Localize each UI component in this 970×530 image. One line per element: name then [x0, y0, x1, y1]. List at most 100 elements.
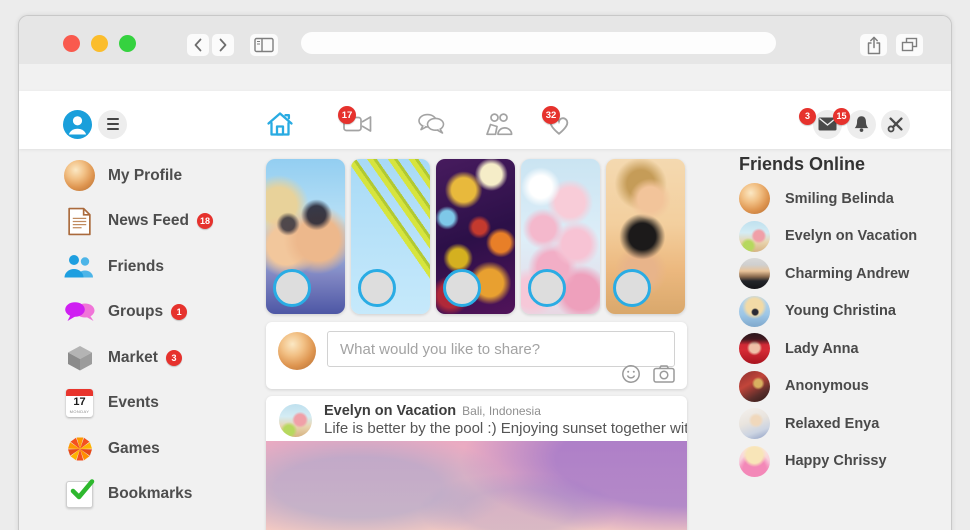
- profile-avatar-button[interactable]: [63, 110, 92, 139]
- story-card-beach-workout[interactable]: [606, 159, 685, 314]
- back-button[interactable]: [187, 34, 209, 56]
- story-card-palm-leaf[interactable]: [351, 159, 430, 314]
- share-input[interactable]: [327, 331, 675, 367]
- news-document-icon: [67, 207, 92, 236]
- tabs-overview-button[interactable]: [896, 34, 923, 56]
- close-window-button[interactable]: [63, 35, 80, 52]
- friend-avatar: [739, 446, 770, 477]
- friend-avatar: [739, 183, 770, 214]
- share-upload-icon: [866, 36, 882, 55]
- friend-row[interactable]: Relaxed Enya: [739, 408, 917, 439]
- composer-avatar: [278, 332, 316, 370]
- sidebar-item-bookmarks[interactable]: Bookmarks: [63, 479, 213, 510]
- tabs-icon: [901, 37, 918, 53]
- emoji-button[interactable]: [621, 364, 641, 384]
- groups-badge: 1: [171, 304, 187, 320]
- sidebar-item-label: Market: [108, 349, 158, 367]
- nav-home[interactable]: [266, 111, 294, 137]
- settings-button[interactable]: [881, 110, 910, 139]
- friend-row[interactable]: Happy Chrissy: [739, 446, 917, 477]
- sidebar-item-market[interactable]: Market 3: [63, 342, 213, 373]
- minimize-window-button[interactable]: [91, 35, 108, 52]
- sidebar-item-my-profile[interactable]: My Profile: [63, 160, 213, 191]
- browser-toolbar: [19, 16, 951, 64]
- home-icon: [266, 111, 294, 137]
- friend-avatar: [739, 296, 770, 327]
- friend-avatar: [739, 258, 770, 289]
- market-cube-icon: [66, 344, 94, 372]
- friend-name: Smiling Belinda: [785, 191, 894, 207]
- chat-bubbles-icon: [416, 112, 446, 136]
- nav-people[interactable]: [485, 112, 513, 136]
- sidebar-item-groups[interactable]: Groups 1: [63, 297, 213, 328]
- story-card-couple-selfie[interactable]: [266, 159, 345, 314]
- friends-people-icon: [64, 254, 96, 279]
- friend-avatar: [739, 221, 770, 252]
- profile-photo-icon: [64, 160, 95, 191]
- story-avatar: [273, 269, 311, 307]
- post-text: Life is better by the pool :) Enjoying s…: [324, 420, 687, 437]
- story-card-bokeh-lights[interactable]: [436, 159, 515, 314]
- nav-likes[interactable]: 32: [546, 112, 572, 136]
- friends-online-list: Smiling Belinda Evelyn on Vacation Charm…: [739, 183, 917, 477]
- story-avatar: [358, 269, 396, 307]
- share-button[interactable]: [860, 34, 887, 56]
- sidebar-item-games[interactable]: Games: [63, 433, 213, 464]
- hamburger-icon: [107, 118, 119, 130]
- games-pinwheel-icon: [66, 435, 94, 463]
- smiley-icon: [621, 364, 641, 384]
- sidebar-toggle-button[interactable]: [250, 34, 278, 56]
- post-author-name[interactable]: Evelyn on Vacation: [324, 403, 456, 419]
- friend-row[interactable]: Lady Anna: [739, 333, 917, 364]
- friend-name: Anonymous: [785, 378, 869, 394]
- friend-name: Relaxed Enya: [785, 416, 879, 432]
- sidebar-item-label: Games: [108, 440, 160, 458]
- post-author-avatar[interactable]: [279, 404, 312, 437]
- sidebar-item-label: Groups: [108, 303, 163, 321]
- main-menu-button[interactable]: [98, 110, 127, 139]
- friend-row[interactable]: Charming Andrew: [739, 258, 917, 289]
- group-chat-bubbles-icon: [64, 301, 96, 324]
- nav-chat[interactable]: [416, 112, 446, 136]
- sidebar-panel-icon: [254, 37, 274, 53]
- browser-window: 17: [18, 15, 952, 530]
- sidebar-item-friends[interactable]: Friends: [63, 251, 213, 282]
- friend-row[interactable]: Young Christina: [739, 296, 917, 327]
- social-app-page: 17: [19, 64, 951, 530]
- zoom-window-button[interactable]: [119, 35, 136, 52]
- stories-row: [266, 159, 687, 314]
- sidebar-item-label: News Feed: [108, 212, 189, 230]
- story-avatar: [613, 269, 651, 307]
- screenshot-stage: 17: [0, 0, 970, 530]
- friend-avatar: [739, 333, 770, 364]
- friend-row[interactable]: Anonymous: [739, 371, 917, 402]
- add-photo-button[interactable]: [653, 365, 675, 383]
- chevron-left-icon: [193, 38, 203, 52]
- sidebar-item-label: My Profile: [108, 167, 182, 185]
- user-avatar-icon: [63, 110, 92, 139]
- story-avatar: [443, 269, 481, 307]
- address-bar[interactable]: [301, 32, 776, 54]
- app-header: 17: [19, 91, 951, 149]
- nav-video[interactable]: 17: [343, 112, 373, 136]
- friend-name: Lady Anna: [785, 341, 859, 357]
- camera-icon: [653, 365, 675, 383]
- sidebar-nav: My Profile News Feed 18: [63, 160, 213, 510]
- bookmarks-checkbox-icon: [66, 481, 93, 508]
- friend-row[interactable]: Smiling Belinda: [739, 183, 917, 214]
- notifications-button[interactable]: 15: [847, 110, 876, 139]
- friend-avatar: [739, 408, 770, 439]
- forward-button[interactable]: [212, 34, 234, 56]
- friend-name: Young Christina: [785, 303, 896, 319]
- market-badge: 3: [166, 350, 182, 366]
- people-group-icon: [485, 112, 513, 136]
- messages-badge: 3: [799, 108, 816, 125]
- story-card-cherry-blossoms[interactable]: [521, 159, 600, 314]
- friend-row[interactable]: Evelyn on Vacation: [739, 221, 917, 252]
- friend-name: Happy Chrissy: [785, 453, 887, 469]
- sidebar-item-events[interactable]: 17 MONDAY Events: [63, 388, 213, 419]
- post-sunset-photo[interactable]: [266, 441, 687, 530]
- sidebar-item-news-feed[interactable]: News Feed 18: [63, 206, 213, 237]
- friends-online-title: Friends Online: [739, 154, 865, 175]
- post-composer: [266, 322, 687, 389]
